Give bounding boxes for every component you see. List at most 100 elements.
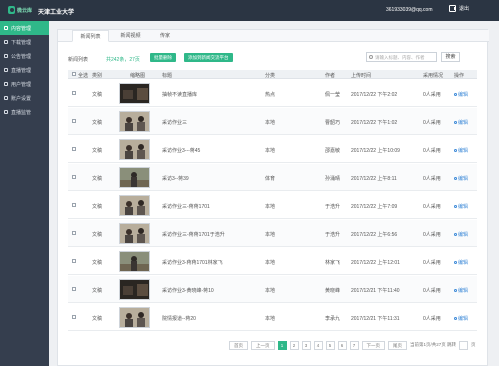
row-category: 热点 (265, 92, 276, 98)
next-page-button[interactable]: 下一页 (361, 340, 385, 350)
edit-button[interactable]: 编辑 (454, 119, 468, 126)
col-action: 操作 (454, 73, 465, 79)
edit-icon (454, 177, 457, 180)
search-input[interactable] (375, 54, 435, 60)
logout-button[interactable]: 退出 (449, 5, 469, 12)
row-thumbnail[interactable] (119, 195, 150, 216)
last-page-button[interactable]: 尾页 (388, 340, 407, 350)
table-row: 文稿 采访作业三-蒋蒋1701 本地 于浩升 2017/12/22 上午7:09 0人采用… (68, 192, 477, 219)
sidebar-item[interactable]: 直播监管 (0, 105, 49, 119)
page-number-button[interactable]: 1 (277, 340, 287, 350)
row-thumbnail[interactable] (119, 83, 150, 104)
row-thumbnail[interactable] (119, 279, 150, 300)
col-upload-time: 上传时间 (351, 73, 372, 79)
page-number-button[interactable]: 6 (337, 340, 347, 350)
first-page-button[interactable]: 首页 (229, 340, 248, 350)
row-checkbox[interactable] (72, 91, 76, 95)
row-checkbox[interactable] (72, 231, 76, 235)
row-author: 李承九 (325, 316, 341, 322)
edit-icon (454, 121, 457, 124)
edit-button[interactable]: 编辑 (454, 259, 468, 266)
edit-button[interactable]: 编辑 (454, 287, 468, 294)
row-title[interactable]: 采访作业三 (162, 119, 187, 126)
row-type: 文稿 (92, 148, 103, 154)
row-author: 林家飞 (325, 260, 341, 266)
row-checkbox[interactable] (72, 259, 76, 263)
edit-button[interactable]: 编辑 (454, 91, 468, 98)
edit-icon (454, 93, 457, 96)
logo[interactable]: 微云库 (8, 4, 32, 16)
row-author: 孙涌晴 (325, 176, 341, 182)
account-email[interactable]: 361933039@qq.com (386, 7, 433, 13)
row-category: 本地 (265, 204, 276, 210)
live-icon (4, 68, 8, 72)
row-category: 本地 (265, 232, 276, 238)
row-title[interactable]: 采访作业3---蒋45 (162, 147, 200, 154)
row-usage: 0人采用 (423, 288, 441, 294)
row-checkbox[interactable] (72, 203, 76, 207)
edit-label: 编辑 (458, 176, 469, 182)
logo-mark-icon (8, 6, 15, 14)
edit-button[interactable]: 编辑 (454, 147, 468, 154)
row-author: 邵嘉敏 (325, 148, 341, 154)
tab-news-list[interactable]: 新闻列表 (72, 30, 109, 42)
tab-news-video[interactable]: 新闻视频 (113, 30, 148, 42)
row-upload-time: 2017/12/21 下午11:31 (351, 316, 400, 322)
row-thumbnail[interactable] (119, 111, 150, 132)
row-title[interactable]: 抽帧不读直播库 (162, 91, 197, 98)
row-title[interactable]: 采访作业三-蒋蒋1701 (162, 203, 210, 210)
page-number-button[interactable]: 2 (289, 340, 299, 350)
edit-label: 编辑 (458, 120, 469, 126)
add-to-platform-button[interactable]: 添加到新闻交流平台 (184, 53, 233, 62)
row-title[interactable]: 采访作业三-蒋蒋1701于浩升 (162, 231, 225, 238)
page-number-button[interactable]: 5 (325, 340, 335, 350)
edit-button[interactable]: 编辑 (454, 315, 468, 322)
sidebar-item-label: 直播监管 (11, 109, 32, 116)
row-checkbox[interactable] (72, 147, 76, 151)
sidebar-item[interactable]: 内容管理 (0, 21, 49, 35)
table-row: 文稿 采访作业3-黄晓峰-蒋10 本地 黄晓峰 2017/12/21 下午11:40 0人… (68, 276, 477, 303)
row-checkbox[interactable] (72, 287, 76, 291)
page-number-button[interactable]: 7 (349, 340, 359, 350)
edit-button[interactable]: 编辑 (454, 175, 468, 182)
row-usage: 0人采用 (423, 316, 441, 322)
sidebar-item[interactable]: 用户管理 (0, 77, 49, 91)
sidebar-item[interactable]: 直播管理 (0, 63, 49, 77)
tab-chuanjia[interactable]: 传家 (152, 30, 178, 42)
row-title[interactable]: 采访作业3-蒋蒋1701林家飞 (162, 259, 223, 266)
page-number-button[interactable]: 4 (313, 340, 323, 350)
row-thumbnail[interactable] (119, 223, 150, 244)
row-title[interactable]: 院情报道--蒋20 (162, 315, 196, 322)
announcement-icon (4, 54, 8, 58)
prev-page-button[interactable]: 上一页 (251, 340, 275, 350)
edit-button[interactable]: 编辑 (454, 231, 468, 238)
row-title[interactable]: 采访3--蒋39 (162, 175, 189, 182)
row-checkbox[interactable] (72, 175, 76, 179)
table-row: 文稿 院情报道--蒋20 本地 李承九 2017/12/21 下午11:31 0人采用 编辑 (68, 304, 477, 331)
row-category: 本地 (265, 260, 276, 266)
batch-delete-button[interactable]: 批量删除 (150, 53, 176, 62)
row-thumbnail[interactable] (119, 251, 150, 272)
row-thumbnail[interactable] (119, 307, 150, 328)
sidebar-item-label: 内容管理 (11, 25, 32, 32)
page-number-button[interactable]: 3 (301, 340, 311, 350)
edit-label: 编辑 (458, 316, 469, 322)
search-button[interactable]: 搜索 (441, 52, 460, 62)
sidebar-item-label: 用户管理 (11, 81, 32, 88)
download-icon (4, 40, 8, 44)
sidebar-item[interactable]: 公告管理 (0, 49, 49, 63)
edit-button[interactable]: 编辑 (454, 203, 468, 210)
row-checkbox[interactable] (72, 315, 76, 319)
page-jump-input[interactable] (459, 340, 469, 350)
row-checkbox[interactable] (72, 119, 76, 123)
row-title[interactable]: 采访作业3-黄晓峰-蒋10 (162, 287, 214, 294)
sidebar-item[interactable]: 下载管理 (0, 35, 49, 49)
row-upload-time: 2017/12/22 上午7:09 (351, 204, 398, 210)
list-count: 共242条，27页 (106, 57, 140, 63)
row-thumbnail[interactable] (119, 167, 150, 188)
row-thumbnail[interactable] (119, 139, 150, 160)
sidebar-item[interactable]: 账户设置 (0, 91, 49, 105)
top-bar: 微云库 天津工业大学 361933039@qq.com 退出 (0, 0, 499, 21)
select-all-checkbox[interactable] (72, 72, 76, 76)
search-icon (369, 55, 373, 59)
